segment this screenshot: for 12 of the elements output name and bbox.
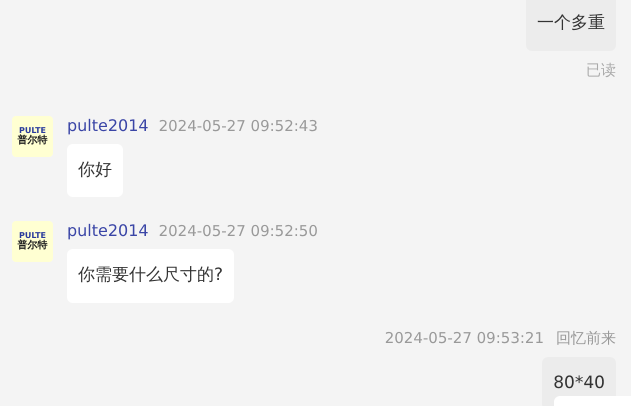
sender-name: 回忆前来 <box>556 328 616 348</box>
avatar-logo[interactable]: PULTE 普尔特 <box>12 221 53 262</box>
sender-name[interactable]: pulte2014 <box>67 116 149 134</box>
sender-name[interactable]: pulte2014 <box>67 221 149 240</box>
message-bubble: 一个多重 <box>526 0 616 50</box>
avatar-logo[interactable]: PULTE 普尔特 <box>12 116 53 156</box>
message-time: 2024-05-27 09:52:43 <box>158 116 318 134</box>
message-time: 2024-05-27 09:52:50 <box>158 222 318 240</box>
read-status: 已读 <box>586 60 616 80</box>
message-time: 2024-05-27 09:53:21 <box>384 328 544 348</box>
message-bubble: 你好 <box>67 144 123 197</box>
message-bubble: 你需要什么尺寸的? <box>67 249 234 302</box>
